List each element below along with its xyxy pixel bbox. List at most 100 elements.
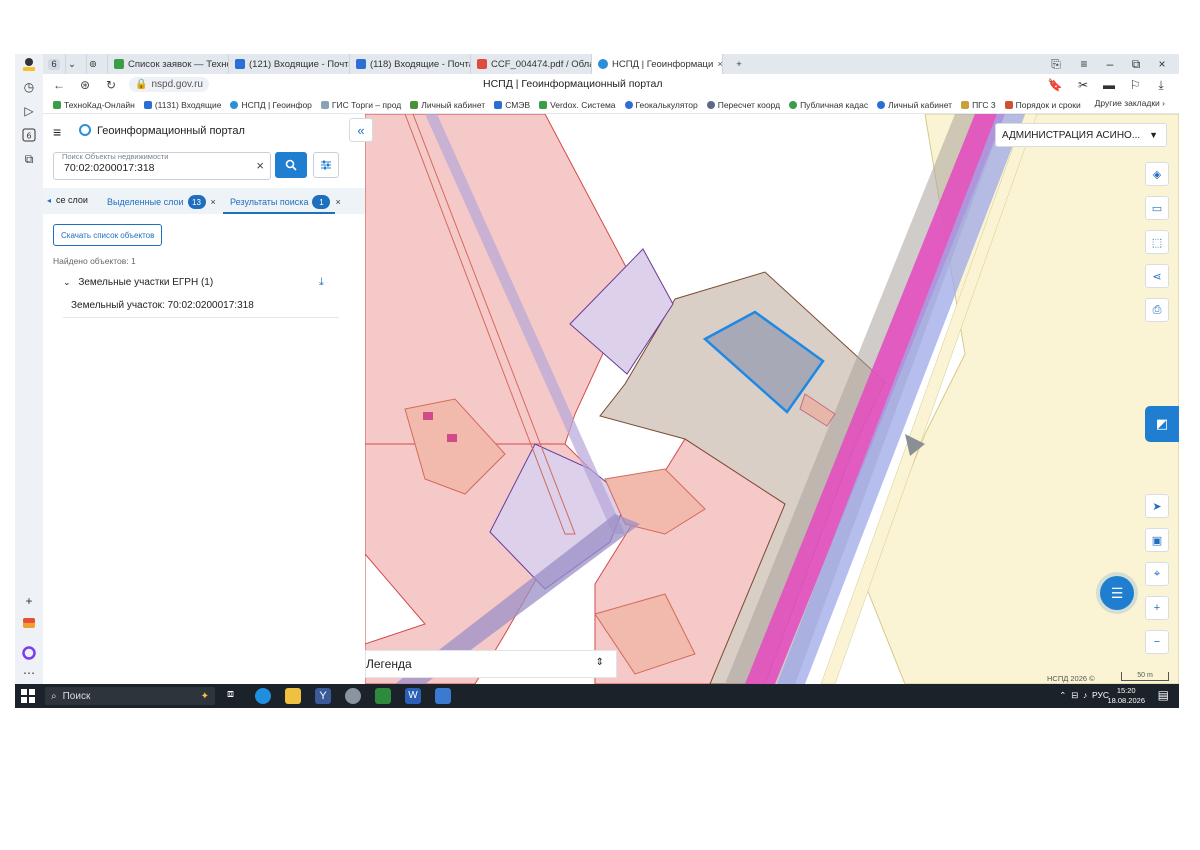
locate-button[interactable]: ➤ <box>1145 494 1169 518</box>
login-icon[interactable] <box>19 54 39 74</box>
select-area-button[interactable]: ⬚ <box>1145 230 1169 254</box>
menu-icon[interactable]: ≡ <box>1071 54 1097 74</box>
task-view-icon[interactable]: ⧈ <box>227 688 243 704</box>
tabs-count-icon[interactable]: 6 <box>19 126 39 144</box>
settings-icon[interactable]: ⊚ <box>87 54 108 74</box>
tab-nspd[interactable]: НСПД | Геоинформаци × <box>592 54 723 74</box>
start-button[interactable] <box>21 689 35 703</box>
bookmark-item[interactable]: Личный кабинет <box>877 100 952 110</box>
mail-icon <box>356 59 366 69</box>
url-field[interactable]: 🔒 nspd.gov.ru <box>129 77 209 92</box>
result-item[interactable]: Земельный участок: 70:02:0200017:318 <box>71 300 254 311</box>
bookmark-item[interactable]: ПГС 3 <box>961 100 996 110</box>
sparkle-icon: ✦ <box>200 690 209 702</box>
download-icon[interactable]: ⤓ <box>319 276 324 289</box>
basemap-button[interactable]: ▣ <box>1145 528 1169 552</box>
download-icon[interactable]: ⤓ <box>1151 76 1171 94</box>
tab-pdf[interactable]: CCF_004474.pdf / Облако <box>471 54 592 74</box>
tab-selected-layers[interactable]: Выделенные слои 13 × <box>107 195 216 209</box>
bookmark-icon[interactable]: 🔖 <box>1045 76 1065 94</box>
app-icon[interactable] <box>345 688 361 704</box>
search-button[interactable] <box>275 152 307 178</box>
language-indicator[interactable]: РУС <box>1092 690 1109 700</box>
history-icon[interactable]: ◷ <box>19 78 39 96</box>
bookmark-item[interactable]: НСПД | Геоинфор <box>230 100 312 110</box>
side-widget-button[interactable]: ◩ <box>1145 406 1179 442</box>
back-icon[interactable]: ← <box>49 76 69 94</box>
other-bookmarks[interactable]: Другие закладки › <box>1095 98 1165 108</box>
excel-icon[interactable] <box>375 688 391 704</box>
notification-icon[interactable]: ▤ <box>1158 688 1169 702</box>
extension-icon[interactable]: ✂ <box>1073 76 1093 94</box>
geolocation-button[interactable]: ⌖ <box>1145 562 1169 586</box>
bookmark-item[interactable]: Личный кабинет <box>410 100 485 110</box>
search-value[interactable]: 70:02:0200017:318 <box>64 162 155 174</box>
add-icon[interactable]: + <box>19 592 39 610</box>
close-icon[interactable]: × <box>335 197 340 207</box>
print-button[interactable]: ⎙ <box>1145 298 1169 322</box>
legend-bar[interactable]: Легенда ⇕ <box>365 650 617 678</box>
filter-button[interactable] <box>313 152 339 178</box>
play-icon[interactable]: ▷ <box>19 102 39 120</box>
clear-icon[interactable]: × <box>256 158 264 173</box>
volume-icon[interactable]: ♪ <box>1083 690 1087 700</box>
mail-app-icon[interactable] <box>19 614 39 632</box>
bookmark-item[interactable]: (1131) Входящие <box>143 100 221 110</box>
taskbar-search[interactable]: ⌕ Поиск ✦ <box>45 687 215 705</box>
search-icon: ⌕ <box>51 690 57 702</box>
ruler-button[interactable]: ▭ <box>1145 196 1169 220</box>
download-list-button[interactable]: Скачать список объектов <box>53 224 163 246</box>
edge-icon[interactable] <box>255 688 271 704</box>
protect-icon[interactable]: ⊛ <box>75 76 95 94</box>
alice-icon[interactable] <box>19 644 39 662</box>
tab-requests[interactable]: Список заявок — ТехноК <box>108 54 229 74</box>
chevron-down-icon[interactable]: ⌄ <box>66 54 87 74</box>
bookmark-item[interactable]: Verdox. Система <box>539 100 616 110</box>
bookmark-item[interactable]: Порядок и сроки <box>1004 100 1081 110</box>
bookmark-item[interactable]: ГИС Торги – прод <box>320 100 401 110</box>
hamburger-icon[interactable]: ≡ <box>53 124 61 140</box>
reload-icon[interactable]: ↻ <box>101 76 121 94</box>
collapse-panel-button[interactable]: « <box>349 118 373 142</box>
collections-icon[interactable]: ⎘ <box>1043 54 1069 74</box>
map-canvas[interactable]: АДМИНИСТРАЦИЯ АСИНО... ▼ ◈ ▭ ⬚ ⋖ ⎙ ◩ ➤ ▣… <box>365 114 1179 684</box>
minimize-icon[interactable]: – <box>1097 54 1123 74</box>
search-field[interactable]: Поиск Объекты недвижимости 70:02:0200017… <box>53 152 271 180</box>
result-group[interactable]: ⌄ Земельные участки ЕГРН (1) <box>63 277 213 288</box>
bookmark-item[interactable]: Геокалькулятор <box>624 100 698 110</box>
new-tab-button[interactable]: + <box>723 54 755 74</box>
small-structure <box>447 434 457 442</box>
more-icon[interactable]: ⋯ <box>19 664 39 682</box>
clock-date: 18.08.2026 <box>1107 696 1145 705</box>
tab-inbox-118[interactable]: (118) Входящие - Почта М <box>350 54 471 74</box>
window-app-icon[interactable] <box>435 688 451 704</box>
nspd-icon <box>598 59 608 69</box>
bookmark-item[interactable]: ТехноКад-Онлайн <box>53 100 135 110</box>
chat-button[interactable]: ☰ <box>1100 576 1134 610</box>
active-tab-indicator <box>223 212 335 214</box>
layers-button[interactable]: ◈ <box>1145 162 1169 186</box>
restore-icon[interactable]: ⧉ <box>1123 54 1149 74</box>
word-icon[interactable]: W <box>405 688 421 704</box>
bookmark-item[interactable]: Публичная кадас <box>789 100 868 110</box>
tab-all-layers[interactable]: ◂ се слои <box>47 195 88 205</box>
explorer-icon[interactable] <box>285 688 301 704</box>
close-icon[interactable]: × <box>211 197 216 207</box>
bookmark-item[interactable]: Пересчет коорд <box>706 100 780 110</box>
close-window-icon[interactable]: × <box>1149 54 1175 74</box>
tray-chevron-icon[interactable]: ⌃ <box>1059 690 1066 700</box>
translate-icon[interactable]: ⚐ <box>1125 76 1145 94</box>
yandex-browser-icon[interactable]: Y <box>315 688 331 704</box>
tab-inbox-121[interactable]: (121) Входящие - Почта М <box>229 54 350 74</box>
admin-dropdown[interactable]: АДМИНИСТРАЦИЯ АСИНО... ▼ <box>995 123 1167 147</box>
reader-icon[interactable]: ▬ <box>1099 76 1119 94</box>
bookmark-item[interactable]: СМЭВ <box>494 100 530 110</box>
tab-search-results[interactable]: Результаты поиска 1 × <box>230 195 341 209</box>
zoom-out-button[interactable]: − <box>1145 630 1169 654</box>
network-icon[interactable]: ⊟ <box>1071 690 1078 700</box>
media-icon[interactable]: ⧉ <box>19 150 39 168</box>
tab-count-button[interactable]: 6 <box>43 54 66 74</box>
zoom-in-button[interactable]: + <box>1145 596 1169 620</box>
clock[interactable]: 15:20 18.08.2026 <box>1107 686 1145 706</box>
share-button[interactable]: ⋖ <box>1145 264 1169 288</box>
